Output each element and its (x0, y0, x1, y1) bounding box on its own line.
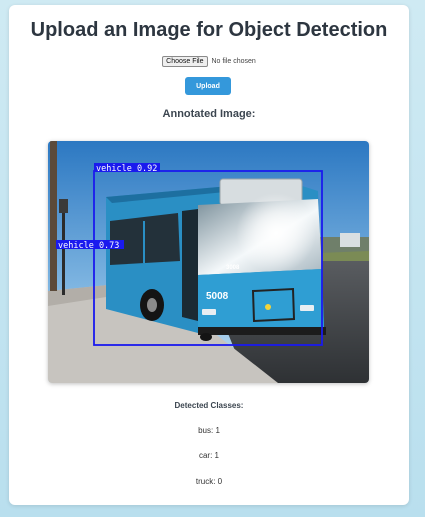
detection-label-2: vehicle 0.73 (58, 241, 119, 251)
file-status-text: No file chosen (211, 58, 256, 65)
detected-classes-title: Detected Classes: (174, 401, 244, 410)
upload-button[interactable]: Upload (185, 77, 231, 95)
detected-class-car: car: 1 (198, 451, 219, 460)
detection-label-1: vehicle 0.92 (96, 164, 157, 174)
annotated-image: 5008 3008 vehicle 0.92 vehicle 0.73 (48, 141, 369, 383)
detected-class-bus: bus: 1 (198, 426, 220, 435)
choose-file-button[interactable]: Choose File (162, 56, 208, 67)
main-card: Upload an Image for Object Detection Cho… (9, 5, 409, 505)
bus-front-number: 5008 (206, 291, 229, 302)
detected-class-truck: truck: 0 (195, 477, 223, 486)
file-input-row: Choose File No file chosen (9, 56, 409, 67)
bus-photo: 5008 3008 vehicle 0.92 vehicle 0.73 (48, 141, 369, 383)
annotated-image-heading: Annotated Image: (162, 108, 256, 120)
page-title: Upload an Image for Object Detection (30, 19, 388, 41)
bus-sign-number: 3008 (226, 265, 240, 271)
